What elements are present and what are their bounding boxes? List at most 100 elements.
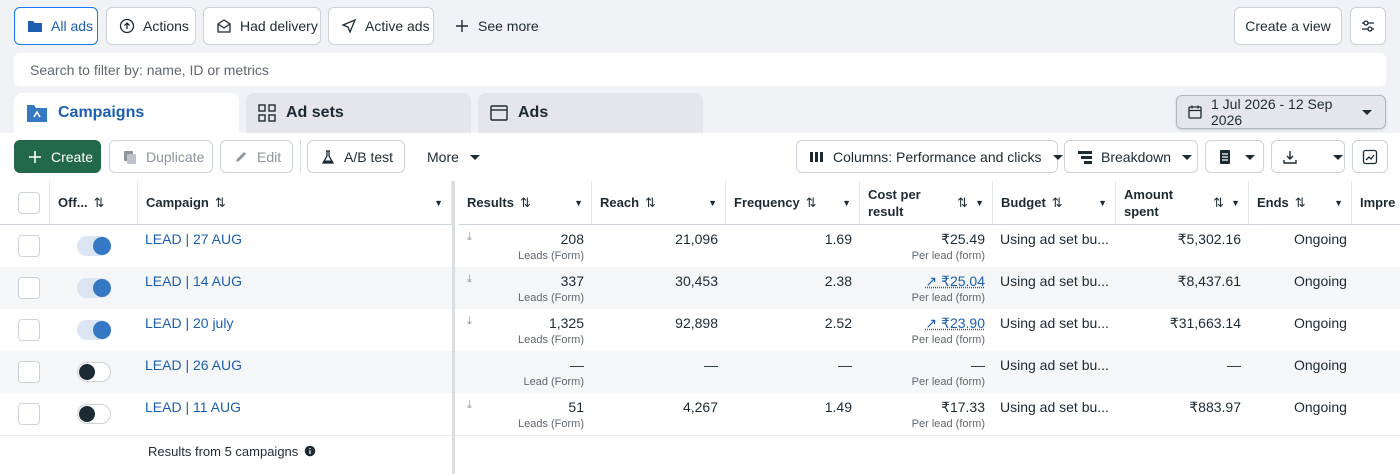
reports-icon (1218, 149, 1234, 165)
campaign-toggle[interactable] (77, 278, 111, 298)
edit-button[interactable]: Edit (220, 140, 293, 173)
header-frequency[interactable]: Frequency ⇅ ▼ (726, 181, 860, 225)
caret-down-icon (1359, 104, 1375, 120)
ab-test-button[interactable]: A/B test (307, 140, 405, 173)
all-ads-label: All ads (51, 18, 94, 34)
caret-down-icon (1179, 149, 1195, 165)
tab-ads[interactable]: Ads (478, 93, 703, 133)
tab-campaigns-label: Campaigns (58, 104, 145, 121)
header-frequency-label: Frequency (734, 195, 800, 210)
duplicate-icon (122, 149, 138, 165)
row-divider (0, 435, 1400, 436)
info-icon[interactable] (302, 443, 318, 459)
reach-value: 30,453 (675, 273, 718, 289)
campaign-toggle[interactable] (77, 320, 111, 340)
header-budget-label: Budget (1001, 195, 1046, 210)
table-row[interactable]: LEAD | 11 AUG ⤓ 51 Leads (Form) 4,267 1.… (0, 393, 1400, 435)
amount-spent-value: ₹8,437.61 (1177, 273, 1241, 289)
sort-icon: ⇅ (519, 194, 531, 210)
caret-down-icon: ▼ (434, 197, 443, 208)
sort-icon: ⇅ (1213, 194, 1224, 210)
table-row[interactable]: LEAD | 27 AUG ⤓ 208 Leads (Form) 21,096 … (0, 225, 1400, 267)
cost-value[interactable]: ↗ ₹23.90 (860, 315, 985, 332)
reports-button[interactable] (1205, 140, 1264, 173)
results-type: Leads (Form) (517, 292, 584, 304)
campaign-toggle[interactable] (77, 362, 111, 382)
all-ads-button[interactable]: All ads (14, 7, 98, 45)
amount-spent-value: — (1227, 357, 1241, 373)
table-row[interactable]: LEAD | 26 AUG — Lead (Form) — — — Per le… (0, 351, 1400, 393)
campaign-name-link[interactable]: LEAD | 27 AUG (145, 231, 242, 247)
duplicate-button[interactable]: Duplicate (109, 140, 213, 173)
send-icon (341, 18, 357, 34)
campaigns-table: Off... ⇅ Campaign ⇅ ▼ Results ⇅ ▼ Reach … (0, 181, 1400, 474)
breakdown-label: Breakdown (1101, 148, 1172, 165)
tab-campaigns[interactable]: Campaigns (14, 93, 239, 133)
results-type: Leads (Form) (517, 418, 584, 430)
table-row[interactable]: LEAD | 14 AUG ⤓ 337 Leads (Form) 30,453 … (0, 267, 1400, 309)
cost-type: Per lead (form) (911, 418, 985, 430)
header-results-label: Results (467, 195, 514, 210)
caret-down-icon: ▼ (842, 197, 851, 208)
active-ads-label: Active ads (365, 18, 430, 34)
cost-type: Per lead (form) (911, 250, 985, 262)
export-button[interactable] (1271, 140, 1345, 173)
campaign-name-link[interactable]: LEAD | 26 AUG (145, 357, 242, 373)
tab-adsets[interactable]: Ad sets (246, 93, 471, 133)
results-summary-label: Results from 5 campaigns (148, 443, 299, 459)
header-select-all (0, 181, 50, 225)
download-icon (1282, 149, 1298, 165)
campaign-name-link[interactable]: LEAD | 20 july (145, 315, 233, 331)
cost-type: Per lead (form) (911, 334, 985, 346)
header-campaign[interactable]: Campaign ⇅ ▼ (138, 181, 452, 225)
toggle-knob (79, 364, 95, 380)
toggle-knob (93, 237, 111, 255)
table-row[interactable]: LEAD | 20 july ⤓ 1,325 Leads (Form) 92,8… (0, 309, 1400, 351)
actions-button[interactable]: Actions (106, 7, 196, 45)
view-settings-button[interactable] (1350, 7, 1386, 45)
cost-value[interactable]: ↗ ₹25.04 (860, 273, 985, 290)
frequency-value: 1.49 (824, 399, 852, 415)
campaign-name-link[interactable]: LEAD | 11 AUG (145, 399, 241, 415)
header-ends[interactable]: Ends ⇅ ▼ (1249, 181, 1352, 225)
create-button[interactable]: Create (14, 140, 101, 173)
row-checkbox[interactable] (18, 235, 40, 257)
header-reach[interactable]: Reach ⇅ ▼ (592, 181, 726, 225)
sort-icon: ⇅ (1294, 194, 1306, 210)
cost-type: Per lead (form) (911, 292, 985, 304)
chart-button[interactable] (1352, 140, 1388, 173)
select-all-checkbox[interactable] (18, 192, 40, 214)
trend-up-icon: ↗ (925, 315, 942, 331)
row-checkbox[interactable] (18, 403, 40, 425)
caret-down-icon: ▼ (574, 197, 583, 208)
sort-icon: ⇅ (645, 194, 656, 210)
header-amount-spent[interactable]: Amount spent ⇅ ▼ (1116, 181, 1249, 225)
header-impressions[interactable]: Impre (1352, 181, 1400, 225)
see-more-button[interactable]: See more (442, 7, 551, 45)
row-checkbox[interactable] (18, 319, 40, 341)
active-ads-button[interactable]: Active ads (328, 7, 434, 45)
header-budget[interactable]: Budget ⇅ ▼ (993, 181, 1116, 225)
reach-value: 4,267 (682, 399, 718, 415)
search-input[interactable] (14, 53, 1386, 86)
row-checkbox[interactable] (18, 361, 40, 383)
date-range-picker[interactable]: 1 Jul 2026 - 12 Sep 2026 (1176, 95, 1386, 129)
header-offon[interactable]: Off... ⇅ (50, 181, 138, 225)
campaign-toggle[interactable] (77, 404, 111, 424)
cost-value: ₹17.33 (941, 399, 985, 415)
breakdown-button[interactable]: Breakdown (1064, 140, 1198, 173)
budget-value: Using ad set bu... (1000, 357, 1109, 373)
row-checkbox[interactable] (18, 277, 40, 299)
campaign-name-link[interactable]: LEAD | 14 AUG (145, 273, 242, 289)
results-type: Leads (Form) (517, 250, 584, 262)
toolbar-divider (300, 140, 301, 173)
header-results[interactable]: Results ⇅ ▼ (459, 181, 592, 225)
create-view-button[interactable]: Create a view (1234, 7, 1342, 45)
had-delivery-button[interactable]: Had delivery (203, 7, 321, 45)
caret-down-icon (467, 149, 483, 165)
columns-button[interactable]: Columns: Performance and clicks (796, 140, 1063, 173)
see-more-label: See more (478, 18, 539, 34)
header-cost-per-result[interactable]: Cost per result ⇅ ▼ (860, 181, 993, 225)
more-button[interactable]: More (415, 140, 487, 173)
campaign-toggle[interactable] (77, 236, 111, 256)
